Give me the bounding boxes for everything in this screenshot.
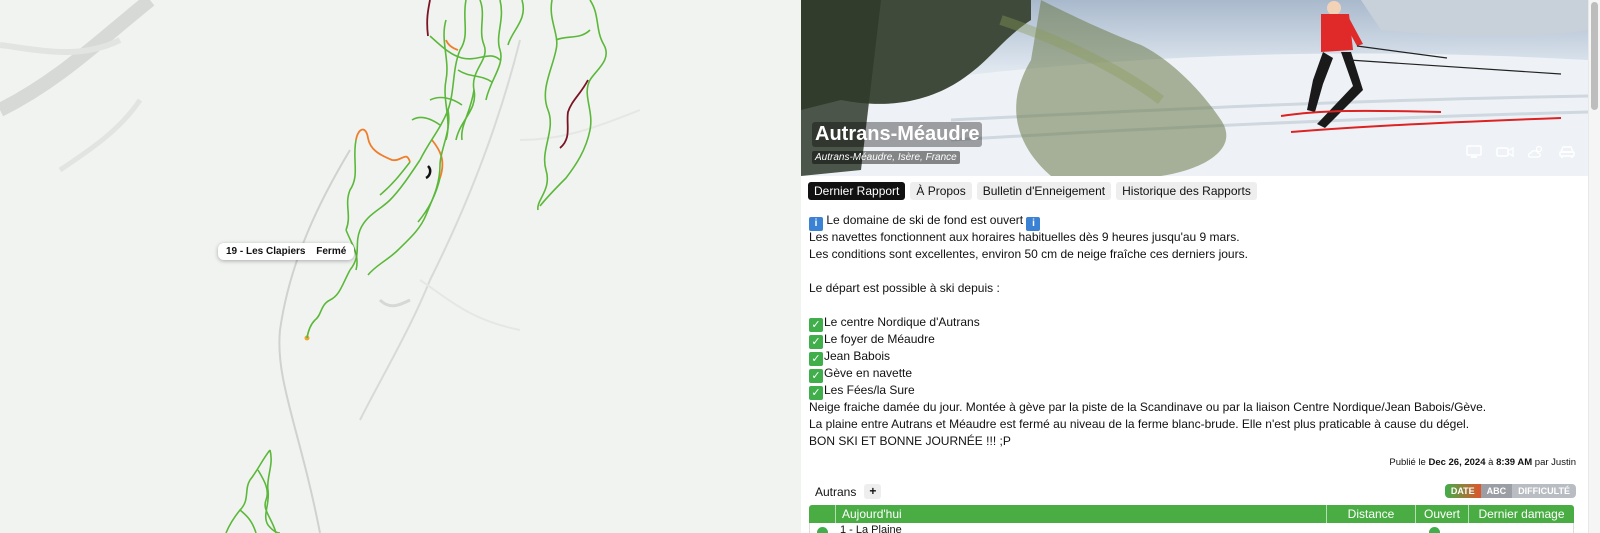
sector-header: Autrans + <box>815 484 882 499</box>
tooltip-trail-status: Fermé <box>316 246 347 257</box>
report-line: Les navettes fonctionnent aux horaires h… <box>809 230 1240 244</box>
tab-about[interactable]: À Propos <box>910 182 972 200</box>
desktop-icon[interactable] <box>1465 145 1483 159</box>
report-line: Le départ est possible à ski depuis : <box>809 281 1000 295</box>
published-date: Dec 26, 2024 <box>1428 457 1486 468</box>
trail-name: 1 - La Plaine <box>840 524 902 533</box>
map-canvas[interactable] <box>0 0 801 533</box>
published-time: 8:39 AM <box>1496 457 1533 468</box>
start-item: ✓ Les Fées/la Sure <box>809 382 1579 400</box>
col-today[interactable]: Aujourd'hui <box>835 505 1326 523</box>
published-info: Publié le Dec 26, 2024 à 8:39 AM par Jus… <box>1389 457 1576 468</box>
published-by: par <box>1534 457 1549 468</box>
scrollbar-thumb[interactable] <box>1591 2 1598 110</box>
car-icon[interactable] <box>1558 145 1576 159</box>
check-icon: ✓ <box>809 318 823 332</box>
report-line: La plaine entre Autrans et Méaudre est f… <box>809 417 1470 431</box>
published-at: à <box>1488 457 1494 468</box>
start-item: ✓ Le foyer de Méaudre <box>809 331 1579 349</box>
resort-location: Autrans-Méaudre, Isère, France <box>812 151 960 164</box>
check-icon: ✓ <box>809 335 823 349</box>
start-label: Le foyer de Méaudre <box>824 332 935 346</box>
sort-abc-button[interactable]: ABC <box>1480 484 1513 498</box>
resort-tabs: Dernier Rapport À Propos Bulletin d'Enne… <box>808 182 1257 200</box>
hero-banner: Autrans-Méaudre Autrans-Méaudre, Isère, … <box>801 0 1588 176</box>
trail-map[interactable]: 19 - Les Clapiers Fermé <box>0 0 801 533</box>
start-item: ✓ Le centre Nordique d'Autrans <box>809 314 1579 332</box>
start-label: Les Fées/la Sure <box>824 383 915 397</box>
start-label: Jean Babois <box>824 349 891 363</box>
sort-toggle: DATE ABC DIFFICULTÉ <box>1444 484 1576 498</box>
col-distance[interactable]: Distance <box>1326 505 1415 523</box>
resort-panel: Autrans-Méaudre Autrans-Méaudre, Isère, … <box>801 0 1600 533</box>
status-dot <box>817 527 828 533</box>
open-dot <box>1429 527 1440 533</box>
check-icon: ✓ <box>809 352 823 366</box>
published-prefix: Publié le <box>1389 457 1426 468</box>
start-item: ✓ Jean Babois <box>809 348 1579 366</box>
hero-actions <box>1465 145 1576 159</box>
trail-tooltip: 19 - Les Clapiers Fermé <box>218 243 355 260</box>
start-label: Le centre Nordique d'Autrans <box>824 315 980 329</box>
check-icon: ✓ <box>809 386 823 400</box>
report-line: i Le domaine de ski de fond est ouvert i <box>809 212 1579 231</box>
col-last-groom[interactable]: Dernier damage <box>1468 505 1574 523</box>
sort-date-button[interactable]: DATE <box>1444 484 1481 498</box>
sort-difficulty-button[interactable]: DIFFICULTÉ <box>1512 484 1576 498</box>
add-sector-button[interactable]: + <box>864 484 882 499</box>
resort-title: Autrans-Méaudre <box>812 122 983 147</box>
tab-latest-report[interactable]: Dernier Rapport <box>808 182 906 200</box>
video-camera-icon[interactable] <box>1496 145 1514 159</box>
sector-name: Autrans <box>815 484 857 499</box>
check-icon: ✓ <box>809 369 823 383</box>
table-row[interactable]: 1 - La Plaine <box>809 523 1574 533</box>
report-blank <box>809 297 1579 314</box>
report-line: BON SKI ET BONNE JOURNÉE !!! ;P <box>809 434 1011 448</box>
tab-report-history[interactable]: Historique des Rapports <box>1116 182 1257 200</box>
report-line: Les conditions sont excellentes, environ… <box>809 247 1248 261</box>
start-label: Gève en navette <box>824 366 913 380</box>
published-author: Justin <box>1551 457 1576 468</box>
report-body: i Le domaine de ski de fond est ouvert i… <box>809 212 1579 450</box>
col-status <box>809 505 835 523</box>
panel-scrollbar[interactable] <box>1588 0 1600 533</box>
col-open[interactable]: Ouvert <box>1415 505 1468 523</box>
tooltip-trail-name: 19 - Les Clapiers <box>226 246 306 257</box>
trail-table-header: Aujourd'hui Distance Ouvert Dernier dama… <box>809 505 1574 523</box>
tab-snow-bulletin[interactable]: Bulletin d'Enneigement <box>976 182 1112 200</box>
report-blank <box>809 263 1579 280</box>
weather-icon[interactable] <box>1527 145 1545 159</box>
start-item: ✓ Gève en navette <box>809 365 1579 383</box>
report-text: Le domaine de ski de fond est ouvert <box>826 213 1024 227</box>
report-line: Neige fraiche damée du jour. Montée à gè… <box>809 400 1487 414</box>
